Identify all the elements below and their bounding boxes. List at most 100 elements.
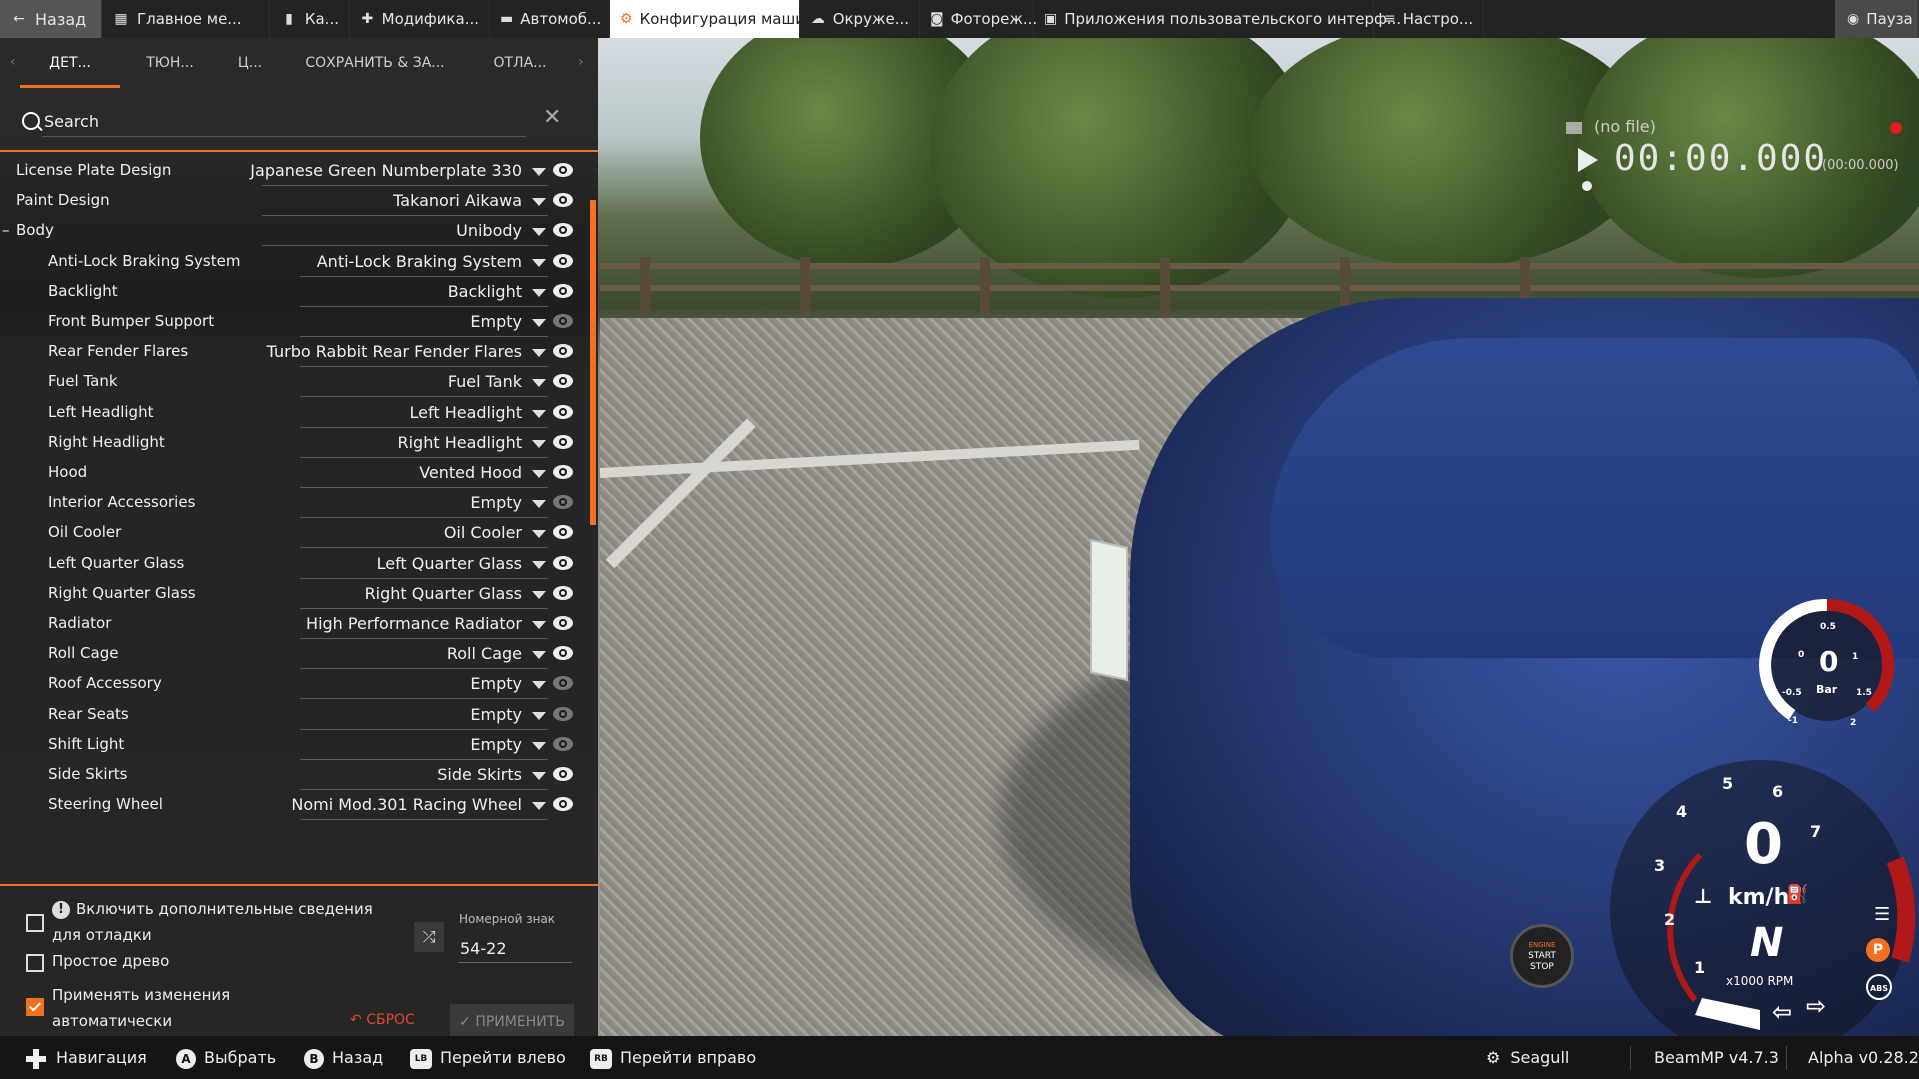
eye-icon[interactable] bbox=[552, 736, 574, 752]
chevron-down-icon[interactable] bbox=[532, 802, 546, 811]
eye-icon[interactable] bbox=[552, 222, 574, 238]
tab-tuning[interactable]: ТЮН... bbox=[130, 38, 210, 88]
chevron-down-icon[interactable] bbox=[532, 349, 546, 358]
part-select[interactable]: Side Skirts bbox=[437, 765, 522, 784]
record-icon[interactable] bbox=[1890, 122, 1902, 134]
eye-icon[interactable] bbox=[552, 434, 574, 450]
chevron-down-icon[interactable] bbox=[532, 741, 546, 750]
collapse-icon[interactable]: – bbox=[2, 221, 10, 239]
tab-camera[interactable]: ◙ Фотореж... bbox=[920, 0, 1037, 38]
eye-icon[interactable] bbox=[552, 373, 574, 389]
eye-icon[interactable] bbox=[552, 313, 574, 329]
part-select[interactable]: Takanori Aikawa bbox=[393, 191, 522, 210]
eye-icon[interactable] bbox=[552, 555, 574, 571]
eye-icon[interactable] bbox=[552, 766, 574, 782]
part-select[interactable]: Roll Cage bbox=[447, 644, 522, 663]
eye-icon[interactable] bbox=[552, 524, 574, 540]
hint-right[interactable]: RB Перейти вправо bbox=[590, 1036, 756, 1079]
tab-puzzle[interactable]: ✚ Модифика... bbox=[350, 0, 490, 38]
chevron-down-icon[interactable] bbox=[532, 198, 546, 207]
eye-icon[interactable] bbox=[552, 464, 574, 480]
search-input[interactable] bbox=[42, 106, 526, 137]
part-select[interactable]: Right Quarter Glass bbox=[365, 584, 522, 603]
chevron-down-icon[interactable] bbox=[532, 621, 546, 629]
eye-icon[interactable] bbox=[552, 283, 574, 299]
part-select[interactable]: Oil Cooler bbox=[444, 523, 522, 542]
eye-icon[interactable] bbox=[552, 675, 574, 691]
part-select[interactable]: Anti-Lock Braking System bbox=[317, 252, 522, 271]
eye-icon[interactable] bbox=[552, 253, 574, 269]
part-select[interactable]: Empty bbox=[470, 674, 522, 693]
tab-apps[interactable]: ▣ Приложения пользовательского интерф... bbox=[1034, 0, 1401, 38]
eye-icon[interactable] bbox=[552, 796, 574, 812]
play-icon[interactable] bbox=[1578, 148, 1598, 172]
chevron-down-icon[interactable] bbox=[532, 288, 546, 297]
part-select[interactable]: Left Quarter Glass bbox=[377, 554, 522, 573]
chevron-down-icon[interactable] bbox=[532, 319, 546, 327]
part-select[interactable]: High Performance Radiator bbox=[306, 614, 522, 633]
autoapply-checkbox[interactable] bbox=[26, 998, 44, 1016]
chevron-down-icon[interactable] bbox=[532, 439, 546, 448]
close-icon[interactable]: ✕ bbox=[543, 105, 561, 130]
eye-icon[interactable] bbox=[552, 162, 574, 178]
eye-icon[interactable] bbox=[552, 645, 574, 661]
tab-grid[interactable]: ▦ Главное ме... bbox=[102, 0, 270, 38]
part-select[interactable]: Right Headlight bbox=[397, 433, 522, 452]
simple-tree-checkbox[interactable] bbox=[26, 954, 44, 972]
eye-icon[interactable] bbox=[552, 343, 574, 359]
chevron-down-icon[interactable] bbox=[532, 530, 546, 539]
chevron-down-icon[interactable] bbox=[532, 590, 546, 599]
hint-back[interactable]: B Назад bbox=[304, 1036, 383, 1079]
part-select[interactable]: Empty bbox=[470, 705, 522, 724]
reset-button[interactable]: ↶ СБРОС bbox=[350, 1012, 415, 1028]
scrollbar[interactable] bbox=[590, 200, 596, 525]
eye-icon[interactable] bbox=[552, 615, 574, 631]
part-select[interactable]: Backlight bbox=[448, 282, 522, 301]
part-select[interactable]: Turbo Rabbit Rear Fender Flares bbox=[267, 342, 522, 361]
tab-sliders[interactable]: ≡ Настро... bbox=[1374, 0, 1484, 38]
eye-icon[interactable] bbox=[552, 585, 574, 601]
folder-icon[interactable] bbox=[1566, 122, 1582, 134]
chevron-down-icon[interactable] bbox=[532, 500, 546, 509]
chevron-down-icon[interactable] bbox=[532, 560, 546, 569]
chevron-down-icon[interactable] bbox=[532, 470, 546, 478]
engine-start-button[interactable]: ENGINE START STOP bbox=[1510, 924, 1574, 988]
tab-color[interactable]: Ц... bbox=[220, 38, 280, 88]
back-button[interactable]: ← Назад bbox=[0, 0, 102, 38]
tab-parts[interactable]: ДЕТ... bbox=[20, 38, 120, 88]
tab-debug[interactable]: ОТЛА... bbox=[480, 38, 560, 88]
chevron-down-icon[interactable] bbox=[532, 258, 546, 267]
part-select[interactable]: Nomi Mod.301 Racing Wheel bbox=[291, 795, 522, 814]
chevron-down-icon[interactable] bbox=[532, 711, 546, 720]
chevron-down-icon[interactable] bbox=[532, 651, 546, 660]
part-select[interactable]: Fuel Tank bbox=[448, 372, 522, 391]
hint-select[interactable]: A Выбрать bbox=[176, 1036, 276, 1079]
tab-map[interactable]: ▮ Ка... bbox=[270, 0, 350, 38]
part-select[interactable]: Left Headlight bbox=[410, 403, 522, 422]
tab-save-load[interactable]: СОХРАНИТЬ & ЗА... bbox=[300, 38, 450, 88]
plate-input[interactable] bbox=[458, 934, 572, 963]
chevron-down-icon[interactable] bbox=[532, 228, 546, 237]
chevron-down-icon[interactable] bbox=[532, 379, 546, 388]
chevron-down-icon[interactable] bbox=[532, 772, 546, 780]
replay-slider[interactable] bbox=[1582, 181, 1592, 191]
part-select[interactable]: Japanese Green Numberplate 330 bbox=[250, 161, 522, 180]
debug-checkbox[interactable] bbox=[26, 914, 44, 932]
chevron-left-icon[interactable]: ‹ bbox=[10, 54, 16, 70]
part-select[interactable]: Vented Hood bbox=[419, 463, 522, 482]
hint-left[interactable]: LB Перейти влево bbox=[410, 1036, 566, 1079]
part-select[interactable]: Unibody bbox=[456, 221, 522, 240]
eye-icon[interactable] bbox=[552, 404, 574, 420]
chevron-down-icon[interactable] bbox=[532, 681, 546, 690]
tab-car[interactable]: ▬ Автомоб... bbox=[490, 0, 610, 38]
part-select[interactable]: Empty bbox=[470, 493, 522, 512]
part-select[interactable]: Empty bbox=[470, 312, 522, 331]
apply-button[interactable]: ✓ ПРИМЕНИТЬ bbox=[450, 1004, 574, 1038]
part-select[interactable]: Empty bbox=[470, 735, 522, 754]
eye-icon[interactable] bbox=[552, 706, 574, 722]
shuffle-icon[interactable]: ⤮ bbox=[414, 922, 444, 952]
tab-weather[interactable]: ☁ Окруже... bbox=[800, 0, 920, 38]
pause-button[interactable]: ◉ Пауза bbox=[1835, 0, 1919, 38]
chevron-down-icon[interactable] bbox=[532, 168, 546, 176]
chevron-right-icon[interactable]: › bbox=[578, 54, 584, 70]
